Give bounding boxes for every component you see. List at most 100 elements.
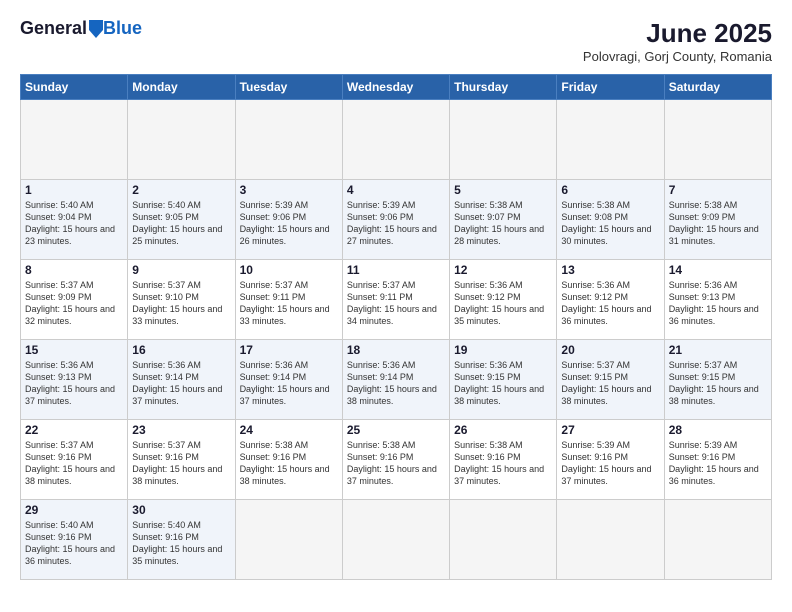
- day-number: 24: [240, 423, 338, 437]
- day-info: Sunrise: 5:36 AMSunset: 9:12 PMDaylight:…: [454, 279, 552, 328]
- day-info: Sunrise: 5:40 AMSunset: 9:16 PMDaylight:…: [132, 519, 230, 568]
- day-number: 20: [561, 343, 659, 357]
- day-info: Sunrise: 5:40 AMSunset: 9:05 PMDaylight:…: [132, 199, 230, 248]
- calendar-cell: [557, 500, 664, 580]
- day-number: 16: [132, 343, 230, 357]
- day-info: Sunrise: 5:38 AMSunset: 9:07 PMDaylight:…: [454, 199, 552, 248]
- day-number: 17: [240, 343, 338, 357]
- day-number: 15: [25, 343, 123, 357]
- calendar-cell: [342, 100, 449, 180]
- calendar-cell: 7 Sunrise: 5:38 AMSunset: 9:09 PMDaylight…: [664, 180, 771, 260]
- calendar-cell: 15 Sunrise: 5:36 AMSunset: 9:13 PMDayligh…: [21, 340, 128, 420]
- day-number: 23: [132, 423, 230, 437]
- day-info: Sunrise: 5:36 AMSunset: 9:15 PMDaylight:…: [454, 359, 552, 408]
- logo-general-text: General: [20, 18, 87, 39]
- day-info: Sunrise: 5:36 AMSunset: 9:14 PMDaylight:…: [240, 359, 338, 408]
- col-header-thursday: Thursday: [450, 75, 557, 100]
- day-info: Sunrise: 5:36 AMSunset: 9:14 PMDaylight:…: [132, 359, 230, 408]
- calendar-week-0: [21, 100, 772, 180]
- calendar-cell: 29 Sunrise: 5:40 AMSunset: 9:16 PMDayligh…: [21, 500, 128, 580]
- day-info: Sunrise: 5:36 AMSunset: 9:14 PMDaylight:…: [347, 359, 445, 408]
- day-number: 8: [25, 263, 123, 277]
- calendar-cell: [128, 100, 235, 180]
- calendar-week-4: 22Sunrise: 5:37 AMSunset: 9:16 PMDayligh…: [21, 420, 772, 500]
- day-number: 28: [669, 423, 767, 437]
- calendar-cell: [235, 100, 342, 180]
- day-info: Sunrise: 5:37 AMSunset: 9:11 PMDaylight:…: [240, 279, 338, 328]
- header-row: SundayMondayTuesdayWednesdayThursdayFrid…: [21, 75, 772, 100]
- calendar-table: SundayMondayTuesdayWednesdayThursdayFrid…: [20, 74, 772, 580]
- day-number: 27: [561, 423, 659, 437]
- day-info: Sunrise: 5:39 AMSunset: 9:16 PMDaylight:…: [561, 439, 659, 488]
- calendar-cell: 17 Sunrise: 5:36 AMSunset: 9:14 PMDayligh…: [235, 340, 342, 420]
- col-header-wednesday: Wednesday: [342, 75, 449, 100]
- day-number: 11: [347, 263, 445, 277]
- day-info: Sunrise: 5:37 AMSunset: 9:15 PMDaylight:…: [669, 359, 767, 408]
- calendar-week-3: 15 Sunrise: 5:36 AMSunset: 9:13 PMDayligh…: [21, 340, 772, 420]
- day-info: Sunrise: 5:40 AMSunset: 9:04 PMDaylight:…: [25, 199, 123, 248]
- day-number: 1: [25, 183, 123, 197]
- calendar-cell: 11 Sunrise: 5:37 AMSunset: 9:11 PMDayligh…: [342, 260, 449, 340]
- calendar-cell: [664, 100, 771, 180]
- day-number: 29: [25, 503, 123, 517]
- calendar-cell: 23 Sunrise: 5:37 AMSunset: 9:16 PMDayligh…: [128, 420, 235, 500]
- calendar-cell: 8 Sunrise: 5:37 AMSunset: 9:09 PMDaylight…: [21, 260, 128, 340]
- day-number: 30: [132, 503, 230, 517]
- calendar-cell: [450, 500, 557, 580]
- title-area: June 2025 Polovragi, Gorj County, Romani…: [583, 18, 772, 64]
- day-info: Sunrise: 5:37 AMSunset: 9:16 PMDaylight:…: [132, 439, 230, 488]
- calendar-cell: 18 Sunrise: 5:36 AMSunset: 9:14 PMDayligh…: [342, 340, 449, 420]
- page-header: General Blue June 2025 Polovragi, Gorj C…: [20, 18, 772, 64]
- day-info: Sunrise: 5:39 AMSunset: 9:16 PMDaylight:…: [669, 439, 767, 488]
- calendar-cell: 21Sunrise: 5:37 AMSunset: 9:15 PMDayligh…: [664, 340, 771, 420]
- calendar-week-1: 1 Sunrise: 5:40 AMSunset: 9:04 PMDaylight…: [21, 180, 772, 260]
- day-info: Sunrise: 5:40 AMSunset: 9:16 PMDaylight:…: [25, 519, 123, 568]
- day-info: Sunrise: 5:37 AMSunset: 9:16 PMDaylight:…: [25, 439, 123, 488]
- day-number: 19: [454, 343, 552, 357]
- calendar-cell: 24Sunrise: 5:38 AMSunset: 9:16 PMDayligh…: [235, 420, 342, 500]
- day-info: Sunrise: 5:37 AMSunset: 9:15 PMDaylight:…: [561, 359, 659, 408]
- day-info: Sunrise: 5:38 AMSunset: 9:16 PMDaylight:…: [454, 439, 552, 488]
- day-info: Sunrise: 5:39 AMSunset: 9:06 PMDaylight:…: [240, 199, 338, 248]
- calendar-cell: 22Sunrise: 5:37 AMSunset: 9:16 PMDayligh…: [21, 420, 128, 500]
- day-info: Sunrise: 5:37 AMSunset: 9:09 PMDaylight:…: [25, 279, 123, 328]
- calendar-cell: 14Sunrise: 5:36 AMSunset: 9:13 PMDayligh…: [664, 260, 771, 340]
- day-info: Sunrise: 5:36 AMSunset: 9:13 PMDaylight:…: [25, 359, 123, 408]
- calendar-cell: 25Sunrise: 5:38 AMSunset: 9:16 PMDayligh…: [342, 420, 449, 500]
- logo-icon: [89, 20, 103, 38]
- day-info: Sunrise: 5:39 AMSunset: 9:06 PMDaylight:…: [347, 199, 445, 248]
- calendar-cell: 5 Sunrise: 5:38 AMSunset: 9:07 PMDaylight…: [450, 180, 557, 260]
- day-info: Sunrise: 5:37 AMSunset: 9:11 PMDaylight:…: [347, 279, 445, 328]
- calendar-cell: 2Sunrise: 5:40 AMSunset: 9:05 PMDaylight…: [128, 180, 235, 260]
- day-info: Sunrise: 5:36 AMSunset: 9:12 PMDaylight:…: [561, 279, 659, 328]
- calendar-week-5: 29 Sunrise: 5:40 AMSunset: 9:16 PMDayligh…: [21, 500, 772, 580]
- calendar-cell: 9 Sunrise: 5:37 AMSunset: 9:10 PMDaylight…: [128, 260, 235, 340]
- col-header-friday: Friday: [557, 75, 664, 100]
- calendar-cell: 19 Sunrise: 5:36 AMSunset: 9:15 PMDayligh…: [450, 340, 557, 420]
- calendar-cell: 30 Sunrise: 5:40 AMSunset: 9:16 PMDayligh…: [128, 500, 235, 580]
- calendar-cell: 4Sunrise: 5:39 AMSunset: 9:06 PMDaylight…: [342, 180, 449, 260]
- calendar-cell: 12 Sunrise: 5:36 AMSunset: 9:12 PMDayligh…: [450, 260, 557, 340]
- month-title: June 2025: [583, 18, 772, 49]
- day-number: 7: [669, 183, 767, 197]
- day-number: 9: [132, 263, 230, 277]
- day-info: Sunrise: 5:37 AMSunset: 9:10 PMDaylight:…: [132, 279, 230, 328]
- calendar-cell: 16 Sunrise: 5:36 AMSunset: 9:14 PMDayligh…: [128, 340, 235, 420]
- day-number: 10: [240, 263, 338, 277]
- calendar-cell: [342, 500, 449, 580]
- day-info: Sunrise: 5:38 AMSunset: 9:08 PMDaylight:…: [561, 199, 659, 248]
- day-number: 25: [347, 423, 445, 437]
- col-header-sunday: Sunday: [21, 75, 128, 100]
- day-number: 5: [454, 183, 552, 197]
- calendar-cell: 28 Sunrise: 5:39 AMSunset: 9:16 PMDayligh…: [664, 420, 771, 500]
- day-number: 18: [347, 343, 445, 357]
- col-header-saturday: Saturday: [664, 75, 771, 100]
- location: Polovragi, Gorj County, Romania: [583, 49, 772, 64]
- day-info: Sunrise: 5:38 AMSunset: 9:09 PMDaylight:…: [669, 199, 767, 248]
- day-number: 12: [454, 263, 552, 277]
- calendar-cell: 27 Sunrise: 5:39 AMSunset: 9:16 PMDayligh…: [557, 420, 664, 500]
- day-number: 13: [561, 263, 659, 277]
- calendar-cell: 1 Sunrise: 5:40 AMSunset: 9:04 PMDaylight…: [21, 180, 128, 260]
- calendar-cell: 6Sunrise: 5:38 AMSunset: 9:08 PMDaylight…: [557, 180, 664, 260]
- col-header-tuesday: Tuesday: [235, 75, 342, 100]
